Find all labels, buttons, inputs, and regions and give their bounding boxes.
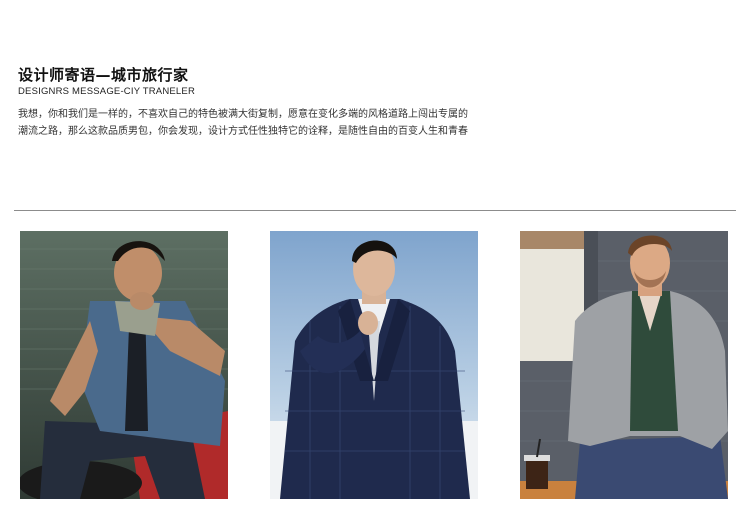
designer-message-text: 我想，你和我们是一样的，不喜欢自己的特色被满大街复制，愿意在变化多端的风格道路上… — [18, 109, 468, 137]
page-subtitle: DESIGNRS MESSAGE-CIY TRANELER — [18, 86, 196, 97]
model-photo-navy-suit — [270, 231, 478, 499]
model-photo-grey-blazer — [520, 231, 728, 499]
section-divider — [14, 210, 736, 211]
page-title: 设计师寄语—城市旅行家 — [18, 66, 189, 84]
model-photo-denim-vest — [20, 231, 228, 499]
